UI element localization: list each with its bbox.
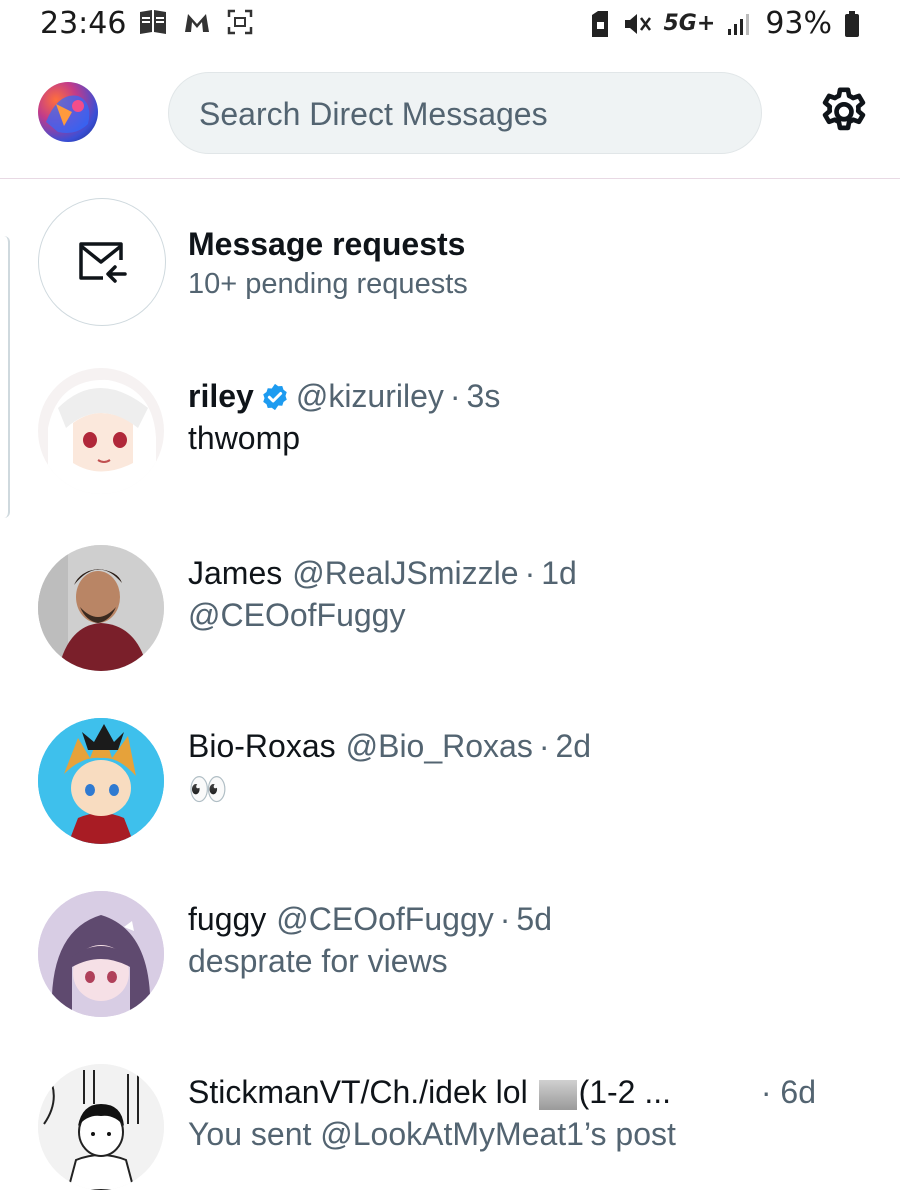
display-name-start: StickmanVT/Ch./idek lol — [188, 1074, 537, 1110]
message-time: 1d — [541, 555, 577, 591]
message-time: 2d — [555, 728, 592, 764]
separator-dot: · — [524, 555, 536, 591]
message-time: 3s — [466, 378, 501, 414]
avatar-art — [38, 891, 164, 1017]
avatar[interactable] — [38, 1064, 164, 1190]
display-name-end: (1-2 ... — [578, 1074, 672, 1110]
conversation-header: Bio-Roxas @Bio_Roxas · 2d — [188, 728, 591, 765]
conversation-row[interactable]: StickmanVT/Ch./idek lol (1-2 ... · 6d Yo… — [0, 1064, 900, 1194]
verified-badge-icon — [263, 383, 287, 410]
conversation-row[interactable]: riley @kizuriley · 3s thwomp — [0, 368, 900, 498]
avatar-art — [46, 95, 90, 133]
message-preview: @CEOofFuggy — [188, 597, 406, 633]
battery-percent: 93% — [765, 6, 832, 41]
avatar[interactable] — [38, 368, 164, 494]
message-time: · 6d — [760, 1074, 816, 1110]
avatar[interactable] — [38, 545, 164, 671]
message-preview: 👀 — [188, 771, 228, 807]
status-bar: 23:46 5G+ 93% — [0, 0, 900, 48]
display-name: StickmanVT/Ch./idek lol (1-2 ... — [188, 1074, 671, 1111]
conversation-row[interactable]: Bio-Roxas @Bio_Roxas · 2d 👀 — [0, 718, 900, 848]
message-time: 5d — [516, 901, 552, 937]
settings-gear-icon[interactable] — [816, 84, 872, 140]
network-type: 5G+ — [663, 11, 716, 36]
avatar-art — [38, 1064, 164, 1190]
separator-dot: · — [449, 378, 461, 414]
message-requests-icon-circle — [38, 198, 166, 326]
status-time: 23:46 — [40, 6, 127, 41]
avatar[interactable] — [38, 891, 164, 1017]
display-name: riley — [188, 378, 254, 414]
avatar-art — [38, 718, 164, 844]
conversation-header: James @RealJSmizzle · 1d — [188, 555, 577, 592]
avatar[interactable] — [38, 718, 164, 844]
user-handle: @RealJSmizzle — [292, 555, 519, 591]
conversation-header: StickmanVT/Ch./idek lol (1-2 ... — [188, 1074, 671, 1111]
message-requests-title: Message requests — [188, 226, 466, 262]
user-handle: @CEOofFuggy — [276, 901, 494, 937]
signal-icon — [728, 13, 750, 35]
display-name: fuggy — [188, 901, 267, 937]
battery-icon — [845, 10, 859, 37]
conversation-header: riley @kizuriley · 3s — [188, 378, 500, 415]
dm-header — [0, 60, 900, 179]
user-handle: @kizuriley — [295, 378, 444, 414]
profile-avatar[interactable] — [38, 82, 98, 142]
message-requests-row[interactable]: Message requests 10+ pending requests — [0, 196, 900, 330]
search-field[interactable] — [168, 72, 762, 155]
display-name: James — [188, 555, 283, 591]
book-icon — [140, 10, 166, 34]
mail-incoming-icon — [79, 242, 127, 283]
message-requests-subtitle: 10+ pending requests — [188, 268, 468, 300]
separator-dot: · — [499, 901, 511, 937]
sim-lock-icon — [591, 10, 608, 37]
search-input[interactable] — [197, 73, 741, 155]
malwarebytes-icon — [185, 14, 209, 32]
separator-dot: · — [538, 728, 550, 764]
avatar-art — [38, 545, 164, 671]
avatar-art — [48, 379, 156, 494]
display-name: Bio-Roxas — [188, 728, 336, 764]
user-handle: @Bio_Roxas — [345, 728, 533, 764]
message-preview: desprate for views — [188, 943, 448, 979]
status-system-icons: 5G+ 93% — [590, 6, 861, 41]
conversation-header: fuggy @CEOofFuggy · 5d — [188, 901, 552, 938]
message-preview: You sent @LookAtMyMeat1’s post — [188, 1116, 676, 1152]
message-preview: thwomp — [188, 420, 301, 456]
status-notification-icons — [138, 8, 254, 36]
emoji-image — [538, 1079, 577, 1110]
conversation-row[interactable]: James @RealJSmizzle · 1d @CEOofFuggy — [0, 545, 900, 675]
screenshot-icon — [227, 9, 253, 35]
conversation-row[interactable]: fuggy @CEOofFuggy · 5d desprate for view… — [0, 891, 900, 1021]
mute-icon — [624, 13, 651, 34]
